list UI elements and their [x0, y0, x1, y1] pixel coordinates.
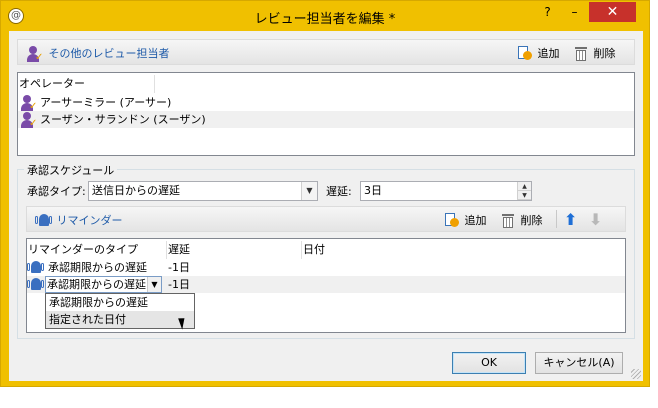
reviewers-toolbar: ✓ その他のレビュー担当者 追加 削除: [17, 39, 635, 65]
chevron-down-icon[interactable]: ▼: [301, 182, 317, 200]
move-up-icon[interactable]: ⬆: [564, 210, 577, 229]
delete-reviewer-button[interactable]: 削除: [574, 45, 616, 61]
column-header-reminder-type[interactable]: リマインダーのタイプ: [27, 241, 167, 259]
help-button[interactable]: ?: [534, 2, 561, 22]
reminders-toolbar: リマインダー 追加 削除 ⬆ ⬇: [26, 206, 626, 232]
add-reviewer-button[interactable]: 追加: [518, 45, 560, 61]
operator-icon: ✓: [20, 112, 37, 129]
operator-icon: ✓: [20, 95, 37, 112]
add-icon: [518, 45, 532, 61]
column-header-operator[interactable]: オペレーター: [18, 75, 155, 93]
delay-spinner[interactable]: ▲ ▼: [517, 182, 531, 200]
dropdown-option[interactable]: 承認期限からの遅延: [46, 294, 194, 311]
add-icon: [445, 212, 459, 228]
resize-grip-icon[interactable]: [631, 369, 641, 379]
reminder-type-dropdown: 承認期限からの遅延 指定された日付: [45, 293, 195, 329]
operator-name: スーザン・サランドン (スーザン): [40, 113, 206, 126]
title-bar[interactable]: @ レビュー担当者を編集 * ? – ✕: [1, 1, 649, 31]
dropdown-option[interactable]: 指定された日付: [46, 311, 194, 328]
list-item[interactable]: ✓ スーザン・サランドン (スーザン): [18, 111, 634, 129]
bell-icon: [27, 277, 45, 293]
approval-type-label: 承認タイプ:: [27, 185, 86, 198]
column-header-delay[interactable]: 遅延: [167, 241, 302, 259]
bell-icon: [35, 213, 53, 229]
column-header-date[interactable]: 日付: [302, 241, 442, 259]
toolbar-divider: [556, 210, 557, 228]
reviewer-icon: ✓: [26, 46, 43, 63]
reviewers-section-label: その他のレビュー担当者: [48, 47, 170, 60]
operator-name: アーサーミラー (アーサー): [40, 96, 172, 109]
delay-label: 遅延:: [326, 185, 352, 198]
cancel-button[interactable]: キャンセル(A): [535, 352, 623, 374]
minimize-button[interactable]: –: [561, 2, 588, 22]
add-reminder-button[interactable]: 追加: [445, 212, 487, 228]
trash-icon: [501, 213, 515, 228]
bell-icon: [27, 260, 45, 276]
reminder-delay-cell: -1日: [168, 278, 190, 291]
trash-icon: [574, 46, 588, 61]
dialog-body: ✓ その他のレビュー担当者 追加 削除 オペレーター ✓ アーサーミラー (アーサ…: [9, 31, 643, 381]
reminder-delay-cell: -1日: [168, 261, 190, 274]
reminder-type-value: 承認期限からの遅延: [47, 278, 146, 291]
list-item[interactable]: ✓ アーサーミラー (アーサー): [18, 94, 634, 112]
reminders-label: リマインダー: [56, 214, 123, 227]
table-row[interactable]: 承認期限からの遅延 ▼ -1日: [27, 276, 625, 293]
reviewers-section: ✓ その他のレビュー担当者 追加 削除 オペレーター ✓ アーサーミラー (アーサ…: [17, 39, 635, 156]
reviewers-section-title[interactable]: ✓ その他のレビュー担当者: [26, 45, 170, 63]
spin-down-icon[interactable]: ▼: [518, 191, 531, 200]
spin-up-icon[interactable]: ▲: [518, 182, 531, 191]
ok-button[interactable]: OK: [452, 352, 526, 374]
reminders-section-title[interactable]: リマインダー: [35, 212, 123, 229]
chevron-down-icon[interactable]: ▼: [147, 277, 161, 292]
reminder-type-select[interactable]: 承認期限からの遅延 ▼: [45, 276, 162, 293]
delay-stepper[interactable]: 3日 ▲ ▼: [360, 181, 532, 201]
delay-value: 3日: [364, 184, 382, 197]
approval-schedule-legend: 承認スケジュール: [24, 162, 118, 178]
table-row[interactable]: 承認期限からの遅延 -1日: [27, 259, 625, 276]
approval-type-value: 送信日からの遅延: [92, 184, 180, 197]
reviewers-list[interactable]: オペレーター ✓ アーサーミラー (アーサー) ✓ スーザン・サランドン (スーザン…: [17, 72, 635, 156]
reminder-type-cell: 承認期限からの遅延: [48, 261, 147, 274]
delete-reminder-button[interactable]: 削除: [501, 212, 543, 228]
dialog-window: @ レビュー担当者を編集 * ? – ✕ ✓ その他のレビュー担当者 追加 削除: [0, 0, 650, 387]
reminders-table[interactable]: リマインダーのタイプ 遅延 日付 承認期限からの遅延 -1日 承認期限からの遅延…: [26, 238, 626, 333]
approval-schedule-group: 承認スケジュール 承認タイプ: 送信日からの遅延 ▼ 遅延: 3日 ▲ ▼ リマ…: [17, 162, 635, 339]
move-down-icon[interactable]: ⬇: [589, 210, 602, 229]
approval-type-select[interactable]: 送信日からの遅延 ▼: [88, 181, 318, 201]
close-button[interactable]: ✕: [589, 2, 636, 22]
